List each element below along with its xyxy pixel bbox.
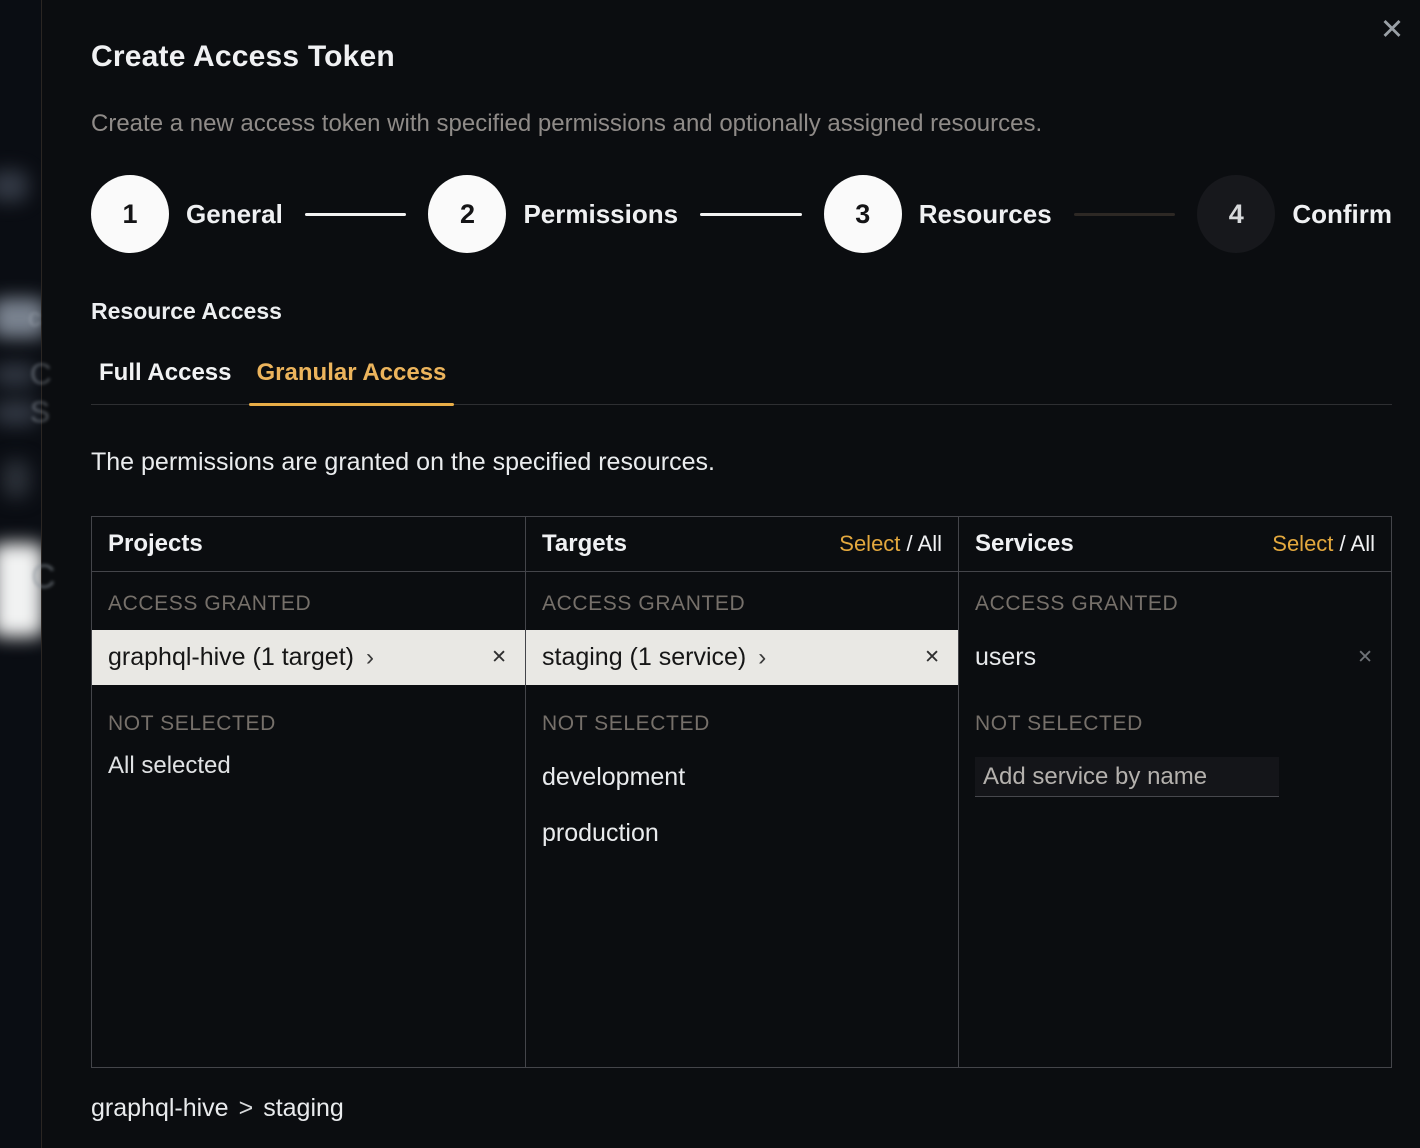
breadcrumb-separator: >	[239, 1094, 254, 1122]
tab-granular-access[interactable]: Granular Access	[249, 359, 455, 404]
access-mode-tabs: Full Access Granular Access	[91, 359, 1392, 405]
projects-column-header: Projects	[92, 517, 525, 572]
step-number-badge: 3	[824, 175, 902, 253]
breadcrumb: graphql-hive > staging	[91, 1094, 1392, 1122]
granted-project-name: graphql-hive (1 target)	[108, 643, 354, 672]
add-service-input[interactable]	[975, 757, 1279, 797]
blurred-content	[0, 170, 28, 202]
blurred-content	[0, 400, 38, 426]
chevron-right-icon: ›	[366, 646, 374, 670]
column-title: Services	[975, 530, 1074, 558]
granted-service-name: users	[975, 643, 1036, 672]
target-option-development[interactable]: development	[526, 764, 958, 791]
blurred-content	[0, 298, 46, 338]
background-page	[0, 0, 41, 1148]
breadcrumb-project[interactable]: graphql-hive	[91, 1094, 229, 1122]
all-link[interactable]: All	[1351, 531, 1375, 556]
not-selected-label: NOT SELECTED	[959, 685, 1391, 735]
create-access-token-dialog: ✕ Create Access Token Create a new acces…	[41, 0, 1420, 1148]
tab-full-access[interactable]: Full Access	[91, 359, 240, 404]
step-connector	[305, 213, 407, 216]
resource-picker-table: Projects ACCESS GRANTED graphql-hive (1 …	[91, 516, 1392, 1068]
not-selected-label: NOT SELECTED	[526, 685, 958, 735]
targets-column: Targets Select / All ACCESS GRANTED stag…	[525, 517, 958, 1067]
wizard-stepper: 1 General 2 Permissions 3 Resources 4 Co…	[91, 175, 1392, 253]
projects-column: Projects ACCESS GRANTED graphql-hive (1 …	[92, 517, 525, 1067]
resource-access-heading: Resource Access	[91, 298, 1392, 325]
step-permissions[interactable]: 2 Permissions	[428, 175, 678, 253]
target-option-production[interactable]: production	[526, 820, 958, 847]
remove-project-icon[interactable]: ✕	[489, 644, 509, 671]
remove-target-icon[interactable]: ✕	[922, 644, 942, 671]
all-link[interactable]: All	[918, 531, 942, 556]
access-granted-label: ACCESS GRANTED	[959, 572, 1391, 615]
select-all-separator: /	[1333, 531, 1350, 556]
blurred-content	[2, 460, 30, 498]
granted-target-row[interactable]: staging (1 service) › ✕	[526, 630, 958, 685]
column-title: Projects	[108, 530, 203, 558]
blurred-button	[0, 543, 44, 637]
select-all-links: Select / All	[839, 531, 942, 557]
not-selected-label: NOT SELECTED	[92, 685, 525, 735]
chevron-right-icon: ›	[758, 646, 766, 670]
step-label: Confirm	[1292, 199, 1392, 230]
services-column: Services Select / All ACCESS GRANTED use…	[958, 517, 1391, 1067]
access-granted-label: ACCESS GRANTED	[92, 572, 525, 615]
select-all-separator: /	[900, 531, 917, 556]
select-all-links: Select / All	[1272, 531, 1375, 557]
step-connector	[700, 213, 802, 216]
column-title: Targets	[542, 530, 627, 558]
select-link[interactable]: Select	[839, 531, 900, 556]
step-confirm[interactable]: 4 Confirm	[1197, 175, 1392, 253]
dialog-title: Create Access Token	[91, 40, 1392, 74]
step-label: Permissions	[523, 199, 678, 230]
granular-access-description: The permissions are granted on the speci…	[91, 448, 1392, 476]
services-column-header: Services Select / All	[959, 517, 1391, 572]
close-icon[interactable]: ✕	[1374, 12, 1410, 48]
step-resources[interactable]: 3 Resources	[824, 175, 1052, 253]
step-number-badge: 2	[428, 175, 506, 253]
all-selected-note: All selected	[92, 752, 525, 780]
step-general[interactable]: 1 General	[91, 175, 283, 253]
blurred-content	[0, 363, 36, 387]
step-label: Resources	[919, 199, 1052, 230]
dialog-subtitle: Create a new access token with specified…	[91, 110, 1392, 138]
step-number-badge: 1	[91, 175, 169, 253]
step-connector	[1074, 213, 1176, 216]
remove-service-icon[interactable]: ✕	[1355, 644, 1375, 671]
step-number-badge: 4	[1197, 175, 1275, 253]
select-link[interactable]: Select	[1272, 531, 1333, 556]
targets-column-header: Targets Select / All	[526, 517, 958, 572]
granted-project-row[interactable]: graphql-hive (1 target) › ✕	[92, 630, 525, 685]
step-label: General	[186, 199, 283, 230]
granted-service-row[interactable]: users ✕	[959, 630, 1391, 685]
access-granted-label: ACCESS GRANTED	[526, 572, 958, 615]
breadcrumb-target[interactable]: staging	[263, 1094, 344, 1122]
granted-target-name: staging (1 service)	[542, 643, 746, 672]
